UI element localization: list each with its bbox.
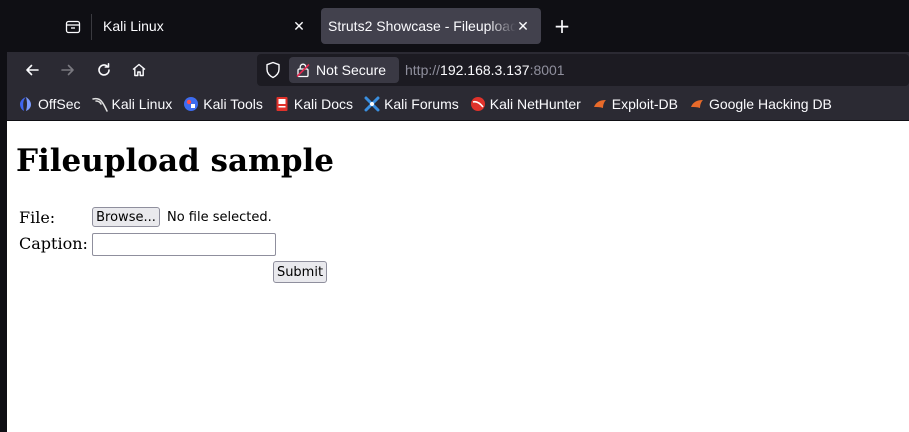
forward-button[interactable] — [54, 56, 82, 84]
browse-button[interactable]: Browse... — [92, 207, 160, 227]
bookmark-kali-nethunter[interactable]: Kali NetHunter — [470, 96, 581, 112]
bookmark-kali-tools[interactable]: Kali Tools — [183, 96, 263, 112]
insecure-lock-icon — [295, 62, 311, 78]
bookmarks-toolbar: OffSec Kali Linux Kali Tools Kali Docs K… — [7, 88, 909, 120]
tab-bar: Kali Linux ✕ Struts2 Showcase - Fileuplo… — [7, 0, 909, 52]
submit-button[interactable]: Submit — [273, 261, 327, 283]
bookmark-google-hacking-db[interactable]: Google Hacking DB — [689, 96, 832, 112]
bookmark-label: Kali Docs — [293, 96, 354, 112]
close-tab-icon[interactable]: ✕ — [513, 16, 533, 36]
navigation-bar: Not Secure http://192.168.3.137:8001 — [7, 52, 909, 88]
back-button[interactable] — [18, 56, 46, 84]
url-host: 192.168.3.137 — [440, 62, 530, 78]
bookmark-exploit-db[interactable]: Exploit-DB — [592, 96, 678, 112]
bookmark-label: Kali Linux — [111, 96, 173, 112]
close-tab-icon[interactable]: ✕ — [289, 16, 309, 36]
url-port: :8001 — [529, 62, 565, 78]
bookmark-label: Google Hacking DB — [708, 96, 832, 112]
not-secure-label: Not Secure — [316, 62, 387, 78]
page-heading: Fileupload sample — [16, 143, 335, 179]
page-content: Fileupload sample File: Browse... No fil… — [7, 121, 909, 432]
tab-overview-icon — [65, 20, 81, 34]
ghdb-icon — [689, 96, 705, 112]
bookmark-label: Kali Forums — [384, 96, 459, 112]
forward-arrow-icon — [61, 64, 74, 76]
window-edge — [0, 0, 7, 432]
tracking-protection-shield-icon[interactable] — [263, 60, 283, 80]
bookmark-label: Exploit-DB — [611, 96, 678, 112]
bookmark-kali-forums[interactable]: Kali Forums — [364, 96, 459, 112]
exploit-db-icon — [592, 96, 608, 112]
bookmark-label: Kali NetHunter — [489, 96, 581, 112]
reload-button[interactable] — [90, 56, 118, 84]
tab-kali-linux[interactable]: Kali Linux ✕ — [95, 8, 317, 44]
offsec-icon — [18, 96, 34, 112]
no-file-selected-text: No file selected. — [167, 210, 272, 225]
caption-input[interactable] — [92, 233, 276, 256]
kali-dragon-icon — [91, 96, 108, 112]
bookmark-kali-docs[interactable]: Kali Docs — [274, 96, 353, 112]
reload-icon — [98, 63, 110, 76]
bookmark-label: OffSec — [38, 96, 81, 112]
kali-tools-icon — [183, 96, 199, 112]
new-tab-button[interactable]: + — [550, 14, 574, 38]
file-label: File: — [19, 208, 56, 227]
address-bar[interactable]: Not Secure http://192.168.3.137:8001 — [257, 54, 909, 86]
bookmark-kali-linux[interactable]: Kali Linux — [91, 96, 173, 112]
tab-title: Kali Linux — [103, 18, 164, 34]
url-text[interactable]: http://192.168.3.137:8001 — [405, 54, 565, 86]
caption-label: Caption: — [19, 234, 88, 253]
tab-struts2-showcase[interactable]: Struts2 Showcase - Fileupload sample ✕ — [321, 8, 541, 44]
site-security-indicator[interactable]: Not Secure — [289, 57, 399, 83]
kali-docs-icon — [274, 96, 290, 112]
url-scheme: http:// — [405, 62, 441, 78]
kali-forums-icon — [364, 96, 380, 112]
tab-separator — [91, 14, 92, 40]
home-button[interactable] — [125, 56, 153, 84]
nethunter-icon — [470, 96, 486, 112]
bookmark-label: Kali Tools — [203, 96, 263, 112]
tab-overview-button[interactable] — [58, 12, 88, 42]
home-icon — [132, 63, 146, 77]
bookmark-offsec[interactable]: OffSec — [18, 96, 81, 112]
back-arrow-icon — [26, 64, 39, 76]
tab-title: Struts2 Showcase - Fileupload sample — [328, 18, 516, 34]
